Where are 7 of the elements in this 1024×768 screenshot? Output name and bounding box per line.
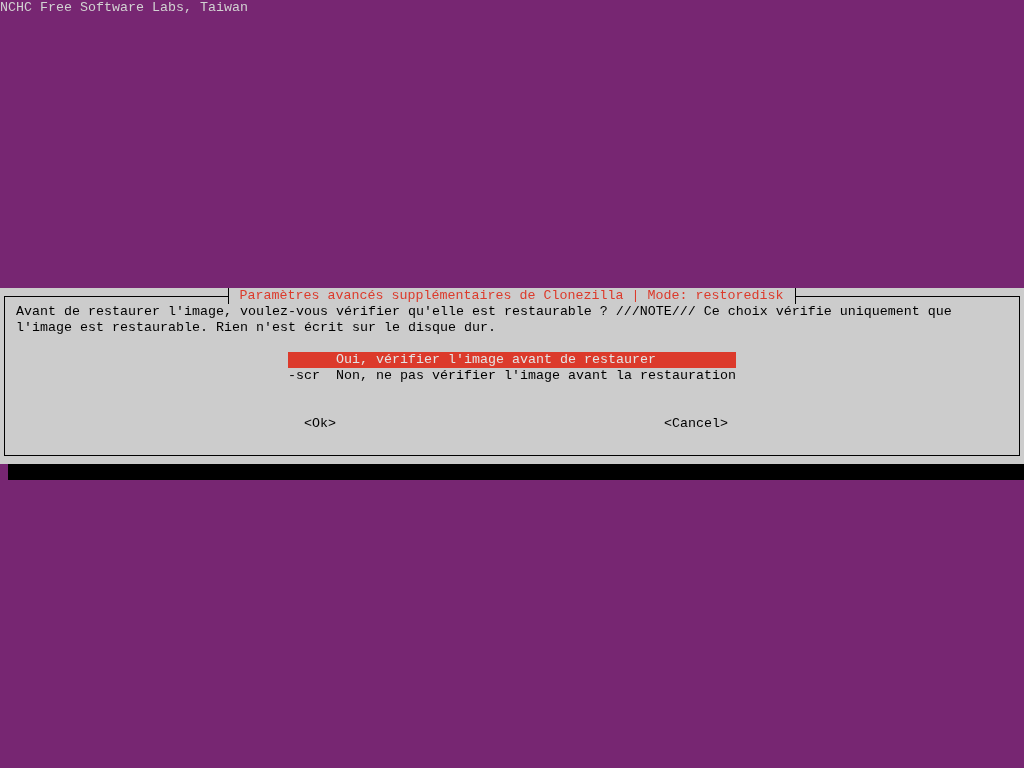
menu-option[interactable]: Oui, vérifier l'image avant de restaurer (288, 352, 736, 368)
header-text: NCHC Free Software Labs, Taiwan (0, 0, 248, 16)
dialog-button[interactable]: <Ok> (304, 416, 336, 432)
dialog-title: Paramètres avancés supplémentaires de Clonezilla | Mode: restoredisk (239, 288, 784, 304)
menu-option[interactable]: -scr Non, ne pas vérifier l'image avant la restauration (288, 368, 736, 384)
dialog-message: Avant de restaurer l'image, voulez-vous vérifier qu'elle est restaurable ? ///NOTE/// Ce choix vérifie uniquement que l'image est restaurable. Rien n'est écrit sur le disque dur. (16, 304, 953, 336)
dialog-button[interactable]: <Cancel> (664, 416, 728, 432)
